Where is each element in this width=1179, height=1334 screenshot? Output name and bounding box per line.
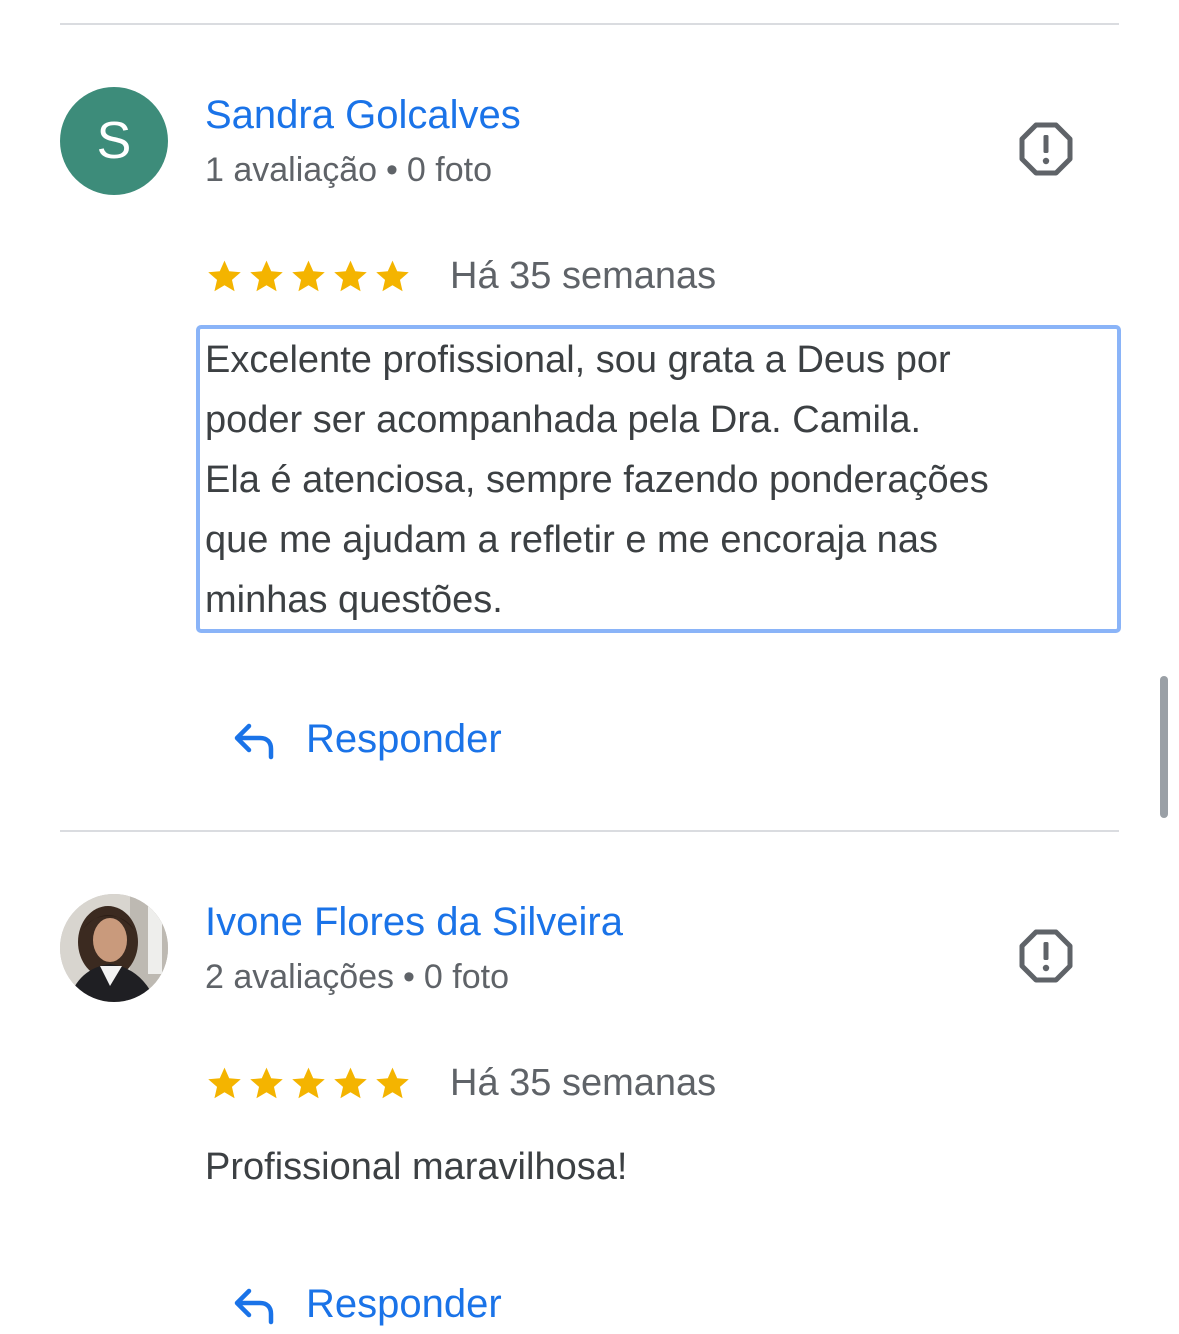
meta-separator: • — [403, 958, 415, 996]
reviewer-name[interactable]: Sandra Golcalves — [205, 93, 521, 138]
review-text[interactable]: Profissional maravilhosa! — [205, 1137, 1115, 1197]
star-icon — [250, 1067, 283, 1098]
reply-button[interactable]: Responder — [230, 709, 502, 769]
star-icon — [292, 260, 325, 291]
avatar[interactable]: S — [60, 87, 168, 195]
review-time: Há 35 semanas — [450, 1061, 717, 1104]
star-icon — [334, 260, 367, 291]
review-time: Há 35 semanas — [450, 254, 717, 297]
review-text-line: poder ser acompanhada pela Dra. Camila. — [205, 399, 922, 441]
scrollbar[interactable] — [1160, 676, 1168, 818]
review-divider — [60, 830, 1119, 832]
reply-arrow-icon — [234, 723, 274, 760]
avatar-letter: S — [96, 112, 132, 170]
reviewer-meta: 1 avaliação • 0 foto — [205, 151, 492, 190]
reviewer-meta: 2 avaliações • 0 foto — [205, 958, 509, 997]
review-text[interactable]: Excelente profissional, sou grata a Deus… — [205, 330, 1115, 630]
top-divider — [60, 23, 1119, 25]
reviewer-name[interactable]: Ivone Flores da Silveira — [205, 900, 623, 945]
star-icon — [250, 260, 283, 291]
reviews-count: 1 avaliação — [205, 151, 378, 189]
avatar-photo[interactable] — [60, 894, 168, 1002]
reply-label: Responder — [306, 716, 502, 761]
review-text-line: Excelente profissional, sou grata a Deus… — [205, 339, 951, 381]
star-icon — [334, 1067, 367, 1098]
star-icon — [376, 1067, 409, 1098]
review-text-line: Ela é atenciosa, sempre fazendo ponderaç… — [205, 459, 989, 501]
rating-row: Há 35 semanas — [205, 252, 716, 300]
review-text-line: que me ajudam a refletir e me encoraja n… — [205, 519, 938, 561]
star-icon — [208, 260, 241, 291]
star-rating — [205, 257, 412, 296]
profile-photo-icon — [60, 894, 168, 1002]
reply-button[interactable]: Responder — [230, 1274, 502, 1334]
reply-label: Responder — [306, 1281, 502, 1326]
photos-count: 0 foto — [423, 958, 509, 996]
star-icon — [292, 1067, 325, 1098]
flag-icon[interactable] — [1018, 928, 1074, 984]
star-icon — [208, 1067, 241, 1098]
reply-arrow-icon — [234, 1288, 274, 1325]
photos-count: 0 foto — [406, 151, 492, 189]
flag-icon[interactable] — [1018, 121, 1074, 177]
star-icon — [376, 260, 409, 291]
review-text-line: minhas questões. — [205, 579, 503, 621]
reviews-count: 2 avaliações — [205, 958, 395, 996]
rating-row: Há 35 semanas — [205, 1059, 716, 1107]
star-rating — [205, 1064, 412, 1103]
meta-separator: • — [386, 151, 398, 189]
review-text-line: Profissional maravilhosa! — [205, 1146, 628, 1188]
